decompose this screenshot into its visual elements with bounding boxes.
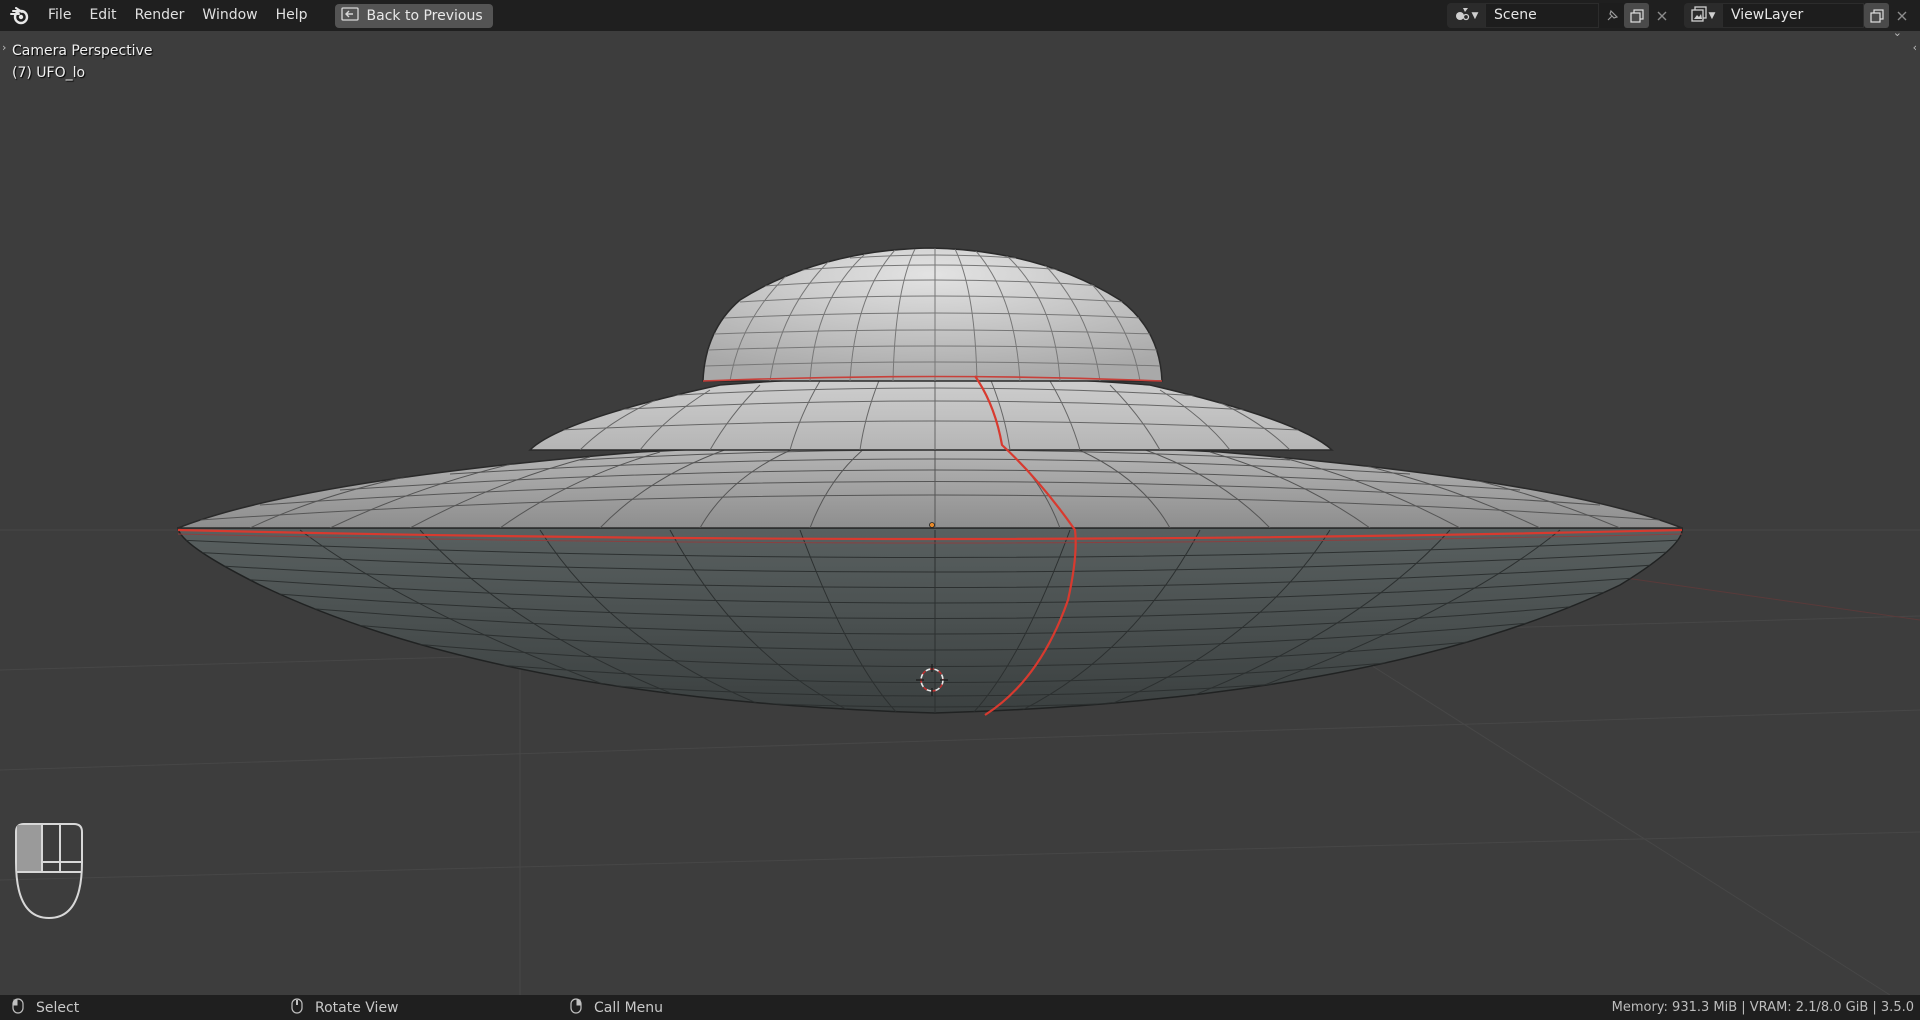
chevron-down-icon: ▼ [1708,10,1716,21]
scene-selector: ▼ Scene [1447,3,1674,28]
header-expand-icon[interactable]: ⌄ [1893,31,1902,39]
mouse-icon [8,822,88,926]
scene-icon [1454,6,1470,26]
mouse-icon [12,997,24,1018]
mouse-icon [570,997,582,1018]
menu-render[interactable]: Render [126,0,194,31]
close-icon[interactable] [1649,3,1674,28]
status-rotate-label: Rotate View [315,999,399,1016]
back-to-previous-button[interactable]: Back to Previous [334,3,493,28]
toolbar-expand-icon[interactable]: › [2,41,6,54]
scene-browse-button[interactable]: ▼ [1447,3,1485,28]
top-bar: File Edit Render Window Help Back to Pre… [0,0,1920,31]
view-layer-browse-button[interactable]: ▼ [1684,3,1722,28]
back-to-previous-label: Back to Previous [366,7,483,24]
view-name: Camera Perspective [12,43,153,59]
view-layer-selector: ▼ ViewLayer [1684,3,1914,28]
sidebar-expand-icon[interactable]: ‹ [1913,41,1917,54]
view-layer-name-field[interactable]: ViewLayer [1722,3,1864,28]
blender-logo-icon[interactable] [9,5,31,27]
scene-name-field[interactable]: Scene [1485,3,1599,28]
mouse-icon [291,997,303,1018]
menu-window[interactable]: Window [193,0,266,31]
status-rotate: Rotate View [291,997,399,1018]
origin-dot-icon [929,522,935,528]
pin-icon[interactable] [1599,3,1624,28]
status-call-menu: Call Menu [570,997,664,1018]
status-select-label: Select [36,999,80,1016]
chevron-down-icon: ▼ [1471,10,1479,21]
status-call-menu-label: Call Menu [594,999,664,1016]
status-bar: Select Rotate View Call Menu Memory: 931… [0,995,1920,1020]
menu-file[interactable]: File [39,0,80,31]
copy-icon[interactable] [1624,3,1649,28]
status-select: Select [12,997,80,1018]
ufo-mesh [177,247,1683,716]
viewport-canvas [0,247,1920,995]
copy-icon[interactable] [1864,3,1889,28]
view-layer-icon [1690,5,1707,26]
menu-help[interactable]: Help [267,0,317,31]
menu-edit[interactable]: Edit [80,0,125,31]
close-icon[interactable] [1889,3,1914,28]
3d-viewport[interactable]: Camera Perspective (7) UFO_lo › ‹ ⌄ [0,31,1920,995]
active-object-label: (7) UFO_lo [12,65,86,81]
status-info: Memory: 931.3 MiB | VRAM: 2.1/8.0 GiB | … [1611,1000,1914,1015]
back-icon [340,6,359,25]
